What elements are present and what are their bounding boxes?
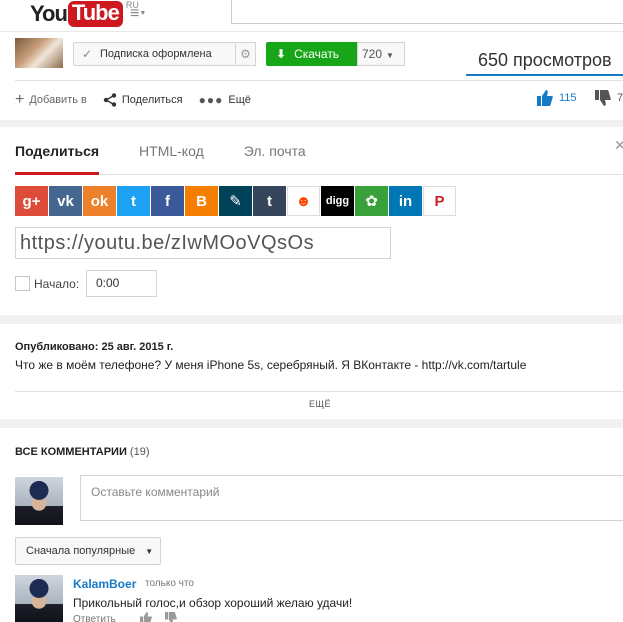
action-bar: + Добавить в Поделиться ●●● Ещё bbox=[15, 91, 267, 109]
reddit-icon[interactable]: ☻ bbox=[287, 186, 320, 216]
download-label: Скачать bbox=[294, 47, 340, 61]
subscribed-button[interactable]: ✓ Подписка оформлена bbox=[73, 42, 236, 66]
description-panel: Опубликовано: 25 авг. 2015 г. Что же в м… bbox=[0, 324, 623, 419]
share-tabs: Поделиться HTML-код Эл. почта bbox=[15, 127, 623, 175]
avatar[interactable] bbox=[15, 477, 63, 525]
pinterest-icon[interactable]: P bbox=[423, 186, 456, 216]
close-icon[interactable]: ✕ bbox=[614, 137, 623, 154]
plus-icon: + bbox=[15, 91, 25, 108]
mixi-icon[interactable]: ✿ bbox=[355, 186, 388, 216]
tab-share-2[interactable]: Эл. почта bbox=[244, 127, 306, 175]
like-button[interactable]: 115 bbox=[537, 90, 577, 106]
download-arrow-icon: ⬇ bbox=[276, 47, 287, 61]
share-button[interactable]: Поделиться bbox=[103, 93, 183, 107]
tumblr-icon[interactable]: t bbox=[253, 186, 286, 216]
comment-author[interactable]: KalamBoer bbox=[73, 577, 136, 591]
start-time-label: Начало: bbox=[34, 277, 80, 291]
download-button[interactable]: ⬇ Скачать bbox=[266, 42, 357, 66]
comments-heading-label: ВСЕ КОММЕНТАРИИ bbox=[15, 446, 127, 458]
quality-value: 720 bbox=[362, 47, 383, 61]
add-to-button[interactable]: + Добавить в bbox=[15, 91, 87, 109]
linkedin-icon[interactable]: in bbox=[389, 186, 422, 216]
tab-share-0[interactable]: Поделиться bbox=[15, 127, 100, 175]
chevron-down-icon: ▼ bbox=[139, 10, 147, 17]
guide-button[interactable]: ≡▼ bbox=[130, 5, 147, 23]
subscribed-label: Подписка оформлена bbox=[100, 48, 212, 60]
chevron-down-icon: ▼ bbox=[386, 51, 394, 60]
show-more-button[interactable]: ЕЩЁ bbox=[0, 399, 623, 409]
share-icon bbox=[103, 93, 117, 107]
more-label: Ещё bbox=[228, 94, 251, 106]
more-actions-button[interactable]: ●●● Ещё bbox=[199, 93, 251, 107]
thumbs-down-icon bbox=[595, 90, 611, 106]
comment-text: Прикольный голос,и обзор хороший желаю у… bbox=[73, 596, 353, 610]
facebook-icon[interactable]: f bbox=[151, 186, 184, 216]
comments-panel: ВСЕ КОММЕНТАРИИ (19) Оставьте комментари… bbox=[0, 428, 623, 622]
vk-icon[interactable]: vk bbox=[49, 186, 82, 216]
dislike-count: 7 bbox=[617, 92, 623, 104]
comment-sort-dropdown[interactable]: Сначала популярные ▼ bbox=[15, 537, 161, 565]
reply-button[interactable]: Ответить bbox=[73, 614, 116, 622]
masthead: You Tube RU ≡▼ bbox=[0, 0, 623, 32]
comment-timestamp[interactable]: только что bbox=[145, 578, 194, 589]
sort-label: Сначала популярные bbox=[26, 545, 136, 557]
publish-date: Опубликовано: 25 авг. 2015 г. bbox=[15, 341, 174, 353]
search-input[interactable] bbox=[231, 0, 623, 24]
start-time-input[interactable]: 0:00 bbox=[86, 270, 157, 297]
add-to-label: Добавить в bbox=[29, 94, 87, 106]
subscription-settings-gear-icon[interactable]: ⚙ bbox=[236, 42, 256, 66]
divider bbox=[15, 80, 623, 81]
video-owner-panel: ✓ Подписка оформлена ⚙ ⬇ Скачать 720 ▼ 65… bbox=[0, 32, 623, 120]
youtube-logo[interactable]: You Tube RU bbox=[30, 0, 139, 28]
thumbs-down-icon[interactable] bbox=[165, 612, 177, 622]
channel-avatar[interactable] bbox=[15, 38, 63, 68]
thumbs-up-icon[interactable] bbox=[140, 612, 152, 622]
hamburger-menu-icon: ≡ bbox=[130, 5, 140, 23]
blogger-icon[interactable]: B bbox=[185, 186, 218, 216]
share-url-field[interactable]: https://youtu.be/zIwMOoVQsOs bbox=[15, 227, 391, 259]
thumbs-up-icon bbox=[537, 90, 553, 106]
description-text: Что же в моём телефоне? У меня iPhone 5s… bbox=[15, 358, 527, 372]
divider bbox=[15, 391, 623, 392]
livejournal-icon[interactable]: ✎ bbox=[219, 186, 252, 216]
view-count: 650 просмотров bbox=[478, 50, 612, 70]
logo-text-you: You bbox=[30, 1, 68, 26]
google-plus-icon[interactable]: g+ bbox=[15, 186, 48, 216]
share-services: g+ vk ok t f B ✎ t ☻ digg ✿ in P bbox=[15, 186, 456, 216]
like-ratio-bar bbox=[466, 74, 623, 76]
comments-heading: ВСЕ КОММЕНТАРИИ (19) bbox=[15, 446, 149, 458]
comment-input[interactable]: Оставьте комментарий bbox=[80, 475, 623, 521]
chevron-down-icon: ▼ bbox=[145, 546, 154, 556]
like-count: 115 bbox=[559, 92, 577, 104]
quality-select[interactable]: 720 ▼ bbox=[357, 42, 405, 66]
digg-icon[interactable]: digg bbox=[321, 186, 354, 216]
more-dots-icon: ●●● bbox=[198, 93, 224, 107]
tab-share-1[interactable]: HTML-код bbox=[139, 127, 204, 175]
dislike-button[interactable]: 7 bbox=[595, 90, 623, 106]
odnoklassniki-icon[interactable]: ok bbox=[83, 186, 116, 216]
logo-text-tube: Tube bbox=[67, 1, 123, 27]
share-panel: Поделиться HTML-код Эл. почта ✕ g+ vk ok t f B ✎… bbox=[0, 127, 623, 315]
start-time-checkbox[interactable] bbox=[15, 276, 30, 291]
comment-author-avatar[interactable] bbox=[15, 575, 63, 622]
comments-count: (19) bbox=[129, 446, 150, 458]
twitter-icon[interactable]: t bbox=[117, 186, 150, 216]
share-label: Поделиться bbox=[121, 94, 183, 106]
checkmark-icon: ✓ bbox=[81, 47, 93, 61]
